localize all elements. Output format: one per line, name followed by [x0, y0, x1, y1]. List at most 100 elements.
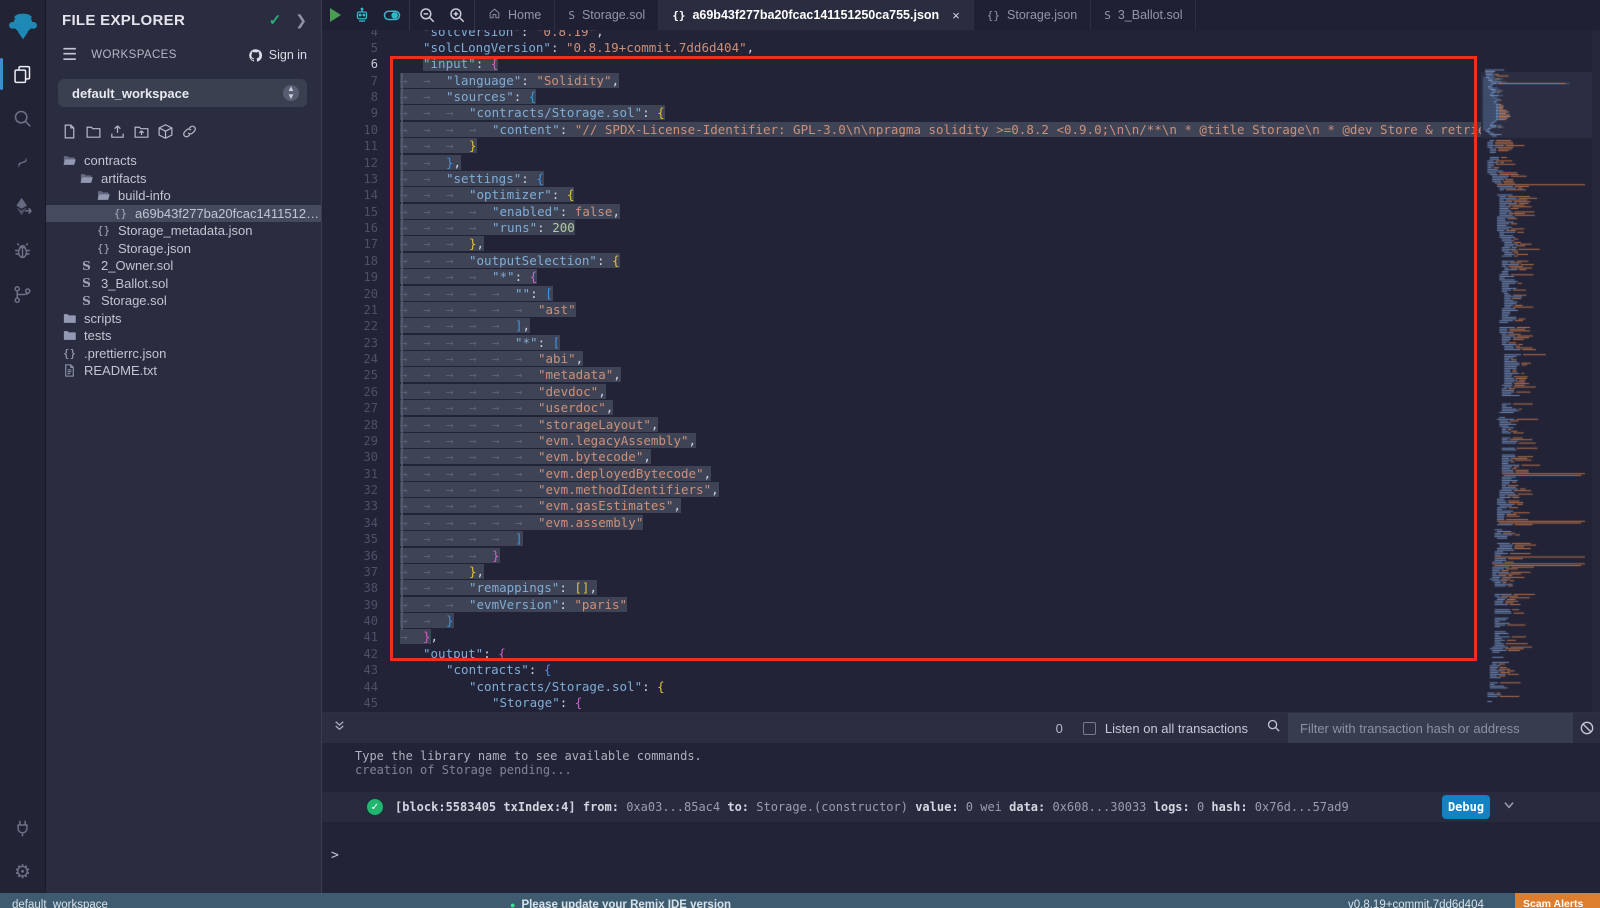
code-line[interactable]: 6"input": {	[322, 56, 1600, 72]
code-line[interactable]: 15→→→→"enabled": false,	[322, 204, 1600, 220]
code-line[interactable]: 19→→→→"*": {	[322, 269, 1600, 285]
code-line[interactable]: 23→→→→→"*": [	[322, 335, 1600, 351]
ai-toggle-icon[interactable]	[383, 6, 401, 24]
code-line[interactable]: 27→→→→→→"userdoc",	[322, 400, 1600, 416]
minimap[interactable]	[1481, 30, 1592, 712]
code-line[interactable]: 18→→→"outputSelection": {	[322, 253, 1600, 269]
code-line[interactable]: 13→→"settings": {	[322, 171, 1600, 187]
new-file-icon[interactable]	[61, 123, 78, 140]
code-line[interactable]: 8→→"sources": {	[322, 89, 1600, 105]
code-line[interactable]: 43"contracts": {	[322, 662, 1600, 678]
scam-alert-button[interactable]: Scam Alerts	[1515, 893, 1600, 908]
new-folder-icon[interactable]	[85, 123, 102, 140]
code-line[interactable]: 14→→→"optimizer": {	[322, 187, 1600, 203]
search-icon[interactable]	[0, 96, 46, 140]
upload-file-icon[interactable]	[109, 123, 126, 140]
file-tree-item[interactable]: contracts	[46, 152, 321, 170]
code-line[interactable]: 32→→→→→→"evm.methodIdentifiers",	[322, 482, 1600, 498]
code-line[interactable]: 17→→→},	[322, 236, 1600, 252]
code-line[interactable]: 38→→→"remappings": [],	[322, 580, 1600, 596]
code-area[interactable]: 4"solcVersion": "0.8.19",5"solcLongVersi…	[322, 30, 1600, 712]
tab-home[interactable]: Home	[475, 0, 555, 30]
code-line[interactable]: 10→→→→"content": "// SPDX-License-Identi…	[322, 122, 1600, 138]
code-line[interactable]: 29→→→→→→"evm.legacyAssembly",	[322, 433, 1600, 449]
terminal-prompt[interactable]: >	[322, 822, 1600, 863]
zoom-out-icon[interactable]	[418, 6, 436, 24]
code-line[interactable]: 44"contracts/Storage.sol": {	[322, 679, 1600, 695]
file-tree-item[interactable]: S2_Owner.sol	[46, 257, 321, 275]
listen-transactions-label[interactable]: Listen on all transactions	[1105, 721, 1248, 736]
file-tree-item[interactable]: SStorage.sol	[46, 292, 321, 310]
workspace-select[interactable]: default_workspace ▲▼	[58, 79, 307, 107]
remix-logo-icon[interactable]	[0, 0, 46, 52]
code-line[interactable]: 35→→→→→]	[322, 531, 1600, 547]
sign-in-button[interactable]: Sign in	[248, 48, 307, 63]
file-tree-item[interactable]: {}Storage.json	[46, 240, 321, 258]
debug-button[interactable]: Debug	[1442, 795, 1490, 819]
code-line[interactable]: 22→→→→→],	[322, 318, 1600, 334]
file-explorer-icon[interactable]	[0, 52, 46, 96]
code-line[interactable]: 11→→→}	[322, 138, 1600, 154]
code-line[interactable]: 4"solcVersion": "0.8.19",	[322, 30, 1600, 40]
code-line[interactable]: 25→→→→→→"metadata",	[322, 367, 1600, 383]
zoom-in-icon[interactable]	[448, 6, 466, 24]
file-tree-item[interactable]: scripts	[46, 310, 321, 328]
editor-scrollbar[interactable]	[1592, 30, 1600, 712]
debugger-icon[interactable]	[0, 228, 46, 272]
file-tree-item[interactable]: build-info	[46, 187, 321, 205]
code-line[interactable]: 37→→→},	[322, 564, 1600, 580]
ai-assistant-icon[interactable]	[353, 6, 371, 24]
upload-folder-icon[interactable]	[133, 123, 150, 140]
clear-console-icon[interactable]	[1573, 720, 1600, 736]
code-line[interactable]: 21→→→→→→"ast"	[322, 302, 1600, 318]
code-line[interactable]: 5"solcLongVersion": "0.8.19+commit.7dd6d…	[322, 40, 1600, 56]
run-script-icon[interactable]	[330, 8, 341, 22]
code-line[interactable]: 40→→}	[322, 613, 1600, 629]
listen-transactions-checkbox[interactable]	[1083, 722, 1096, 735]
code-line[interactable]: 36→→→→}	[322, 548, 1600, 564]
code-line[interactable]: 7→→"language": "Solidity",	[322, 73, 1600, 89]
code-line[interactable]: 24→→→→→→"abi",	[322, 351, 1600, 367]
workspaces-menu-icon[interactable]: ☰	[62, 45, 77, 65]
tab-storage-sol[interactable]: SStorage.sol	[555, 0, 659, 30]
code-line[interactable]: 31→→→→→→"evm.deployedBytecode",	[322, 466, 1600, 482]
settings-icon[interactable]: ⚙	[0, 850, 46, 894]
transaction-filter-input[interactable]	[1288, 713, 1573, 743]
code-line[interactable]: 12→→},	[322, 155, 1600, 171]
chevron-right-icon[interactable]: ❯	[295, 12, 307, 29]
solidity-compiler-icon[interactable]	[0, 140, 46, 184]
deploy-run-icon[interactable]	[0, 184, 46, 228]
plugin-manager-icon[interactable]	[0, 806, 46, 850]
expand-terminal-icon[interactable]	[333, 719, 346, 737]
code-line[interactable]: 9→→→"contracts/Storage.sol": {	[322, 105, 1600, 121]
link-icon[interactable]	[181, 123, 198, 140]
code-line[interactable]: 30→→→→→→"evm.bytecode",	[322, 449, 1600, 465]
code-line[interactable]: 34→→→→→→"evm.assembly"	[322, 515, 1600, 531]
file-tree-item[interactable]: tests	[46, 327, 321, 345]
code-line[interactable]: 42"output": {	[322, 646, 1600, 662]
file-tree-item[interactable]: {}Storage_metadata.json	[46, 222, 321, 240]
code-line[interactable]: 26→→→→→→"devdoc",	[322, 384, 1600, 400]
code-editor[interactable]: 4"solcVersion": "0.8.19",5"solcLongVersi…	[322, 30, 1600, 712]
code-line[interactable]: 20→→→→→"": [	[322, 286, 1600, 302]
tab-storage-json[interactable]: {}Storage.json	[974, 0, 1091, 30]
code-line[interactable]: 16→→→→"runs": 200	[322, 220, 1600, 236]
file-tree-item[interactable]: {}.prettierrc.json	[46, 345, 321, 363]
code-line[interactable]: 39→→→"evmVersion": "paris"	[322, 597, 1600, 613]
file-tree-item[interactable]: {}a69b43f277ba20fcac141151250ca7...	[46, 205, 321, 223]
file-tree-item[interactable]: README.txt	[46, 362, 321, 380]
code-line[interactable]: 45"Storage": {	[322, 695, 1600, 711]
tab-3-ballot-sol[interactable]: S3_Ballot.sol	[1091, 0, 1196, 30]
code-line[interactable]: 28→→→→→→"storageLayout",	[322, 417, 1600, 433]
file-tree-item[interactable]: artifacts	[46, 170, 321, 188]
expand-transaction-icon[interactable]	[1502, 798, 1516, 817]
file-tree-item[interactable]: S3_Ballot.sol	[46, 275, 321, 293]
code-line[interactable]: 33→→→→→→"evm.gasEstimates",	[322, 498, 1600, 514]
cube-icon[interactable]	[157, 123, 174, 140]
workspace-switch-icon[interactable]: ▲▼	[283, 85, 299, 101]
close-icon[interactable]: ×	[952, 8, 960, 23]
git-icon[interactable]	[0, 272, 46, 316]
code-line[interactable]: 41→},	[322, 629, 1600, 645]
transaction-log-row[interactable]: ✓ [block:5583405 txIndex:4] from: 0xa03.…	[322, 792, 1600, 822]
tab-a69b43f277ba20fcac141151250ca755-json[interactable]: {}a69b43f277ba20fcac141151250ca755.json×	[659, 0, 974, 30]
